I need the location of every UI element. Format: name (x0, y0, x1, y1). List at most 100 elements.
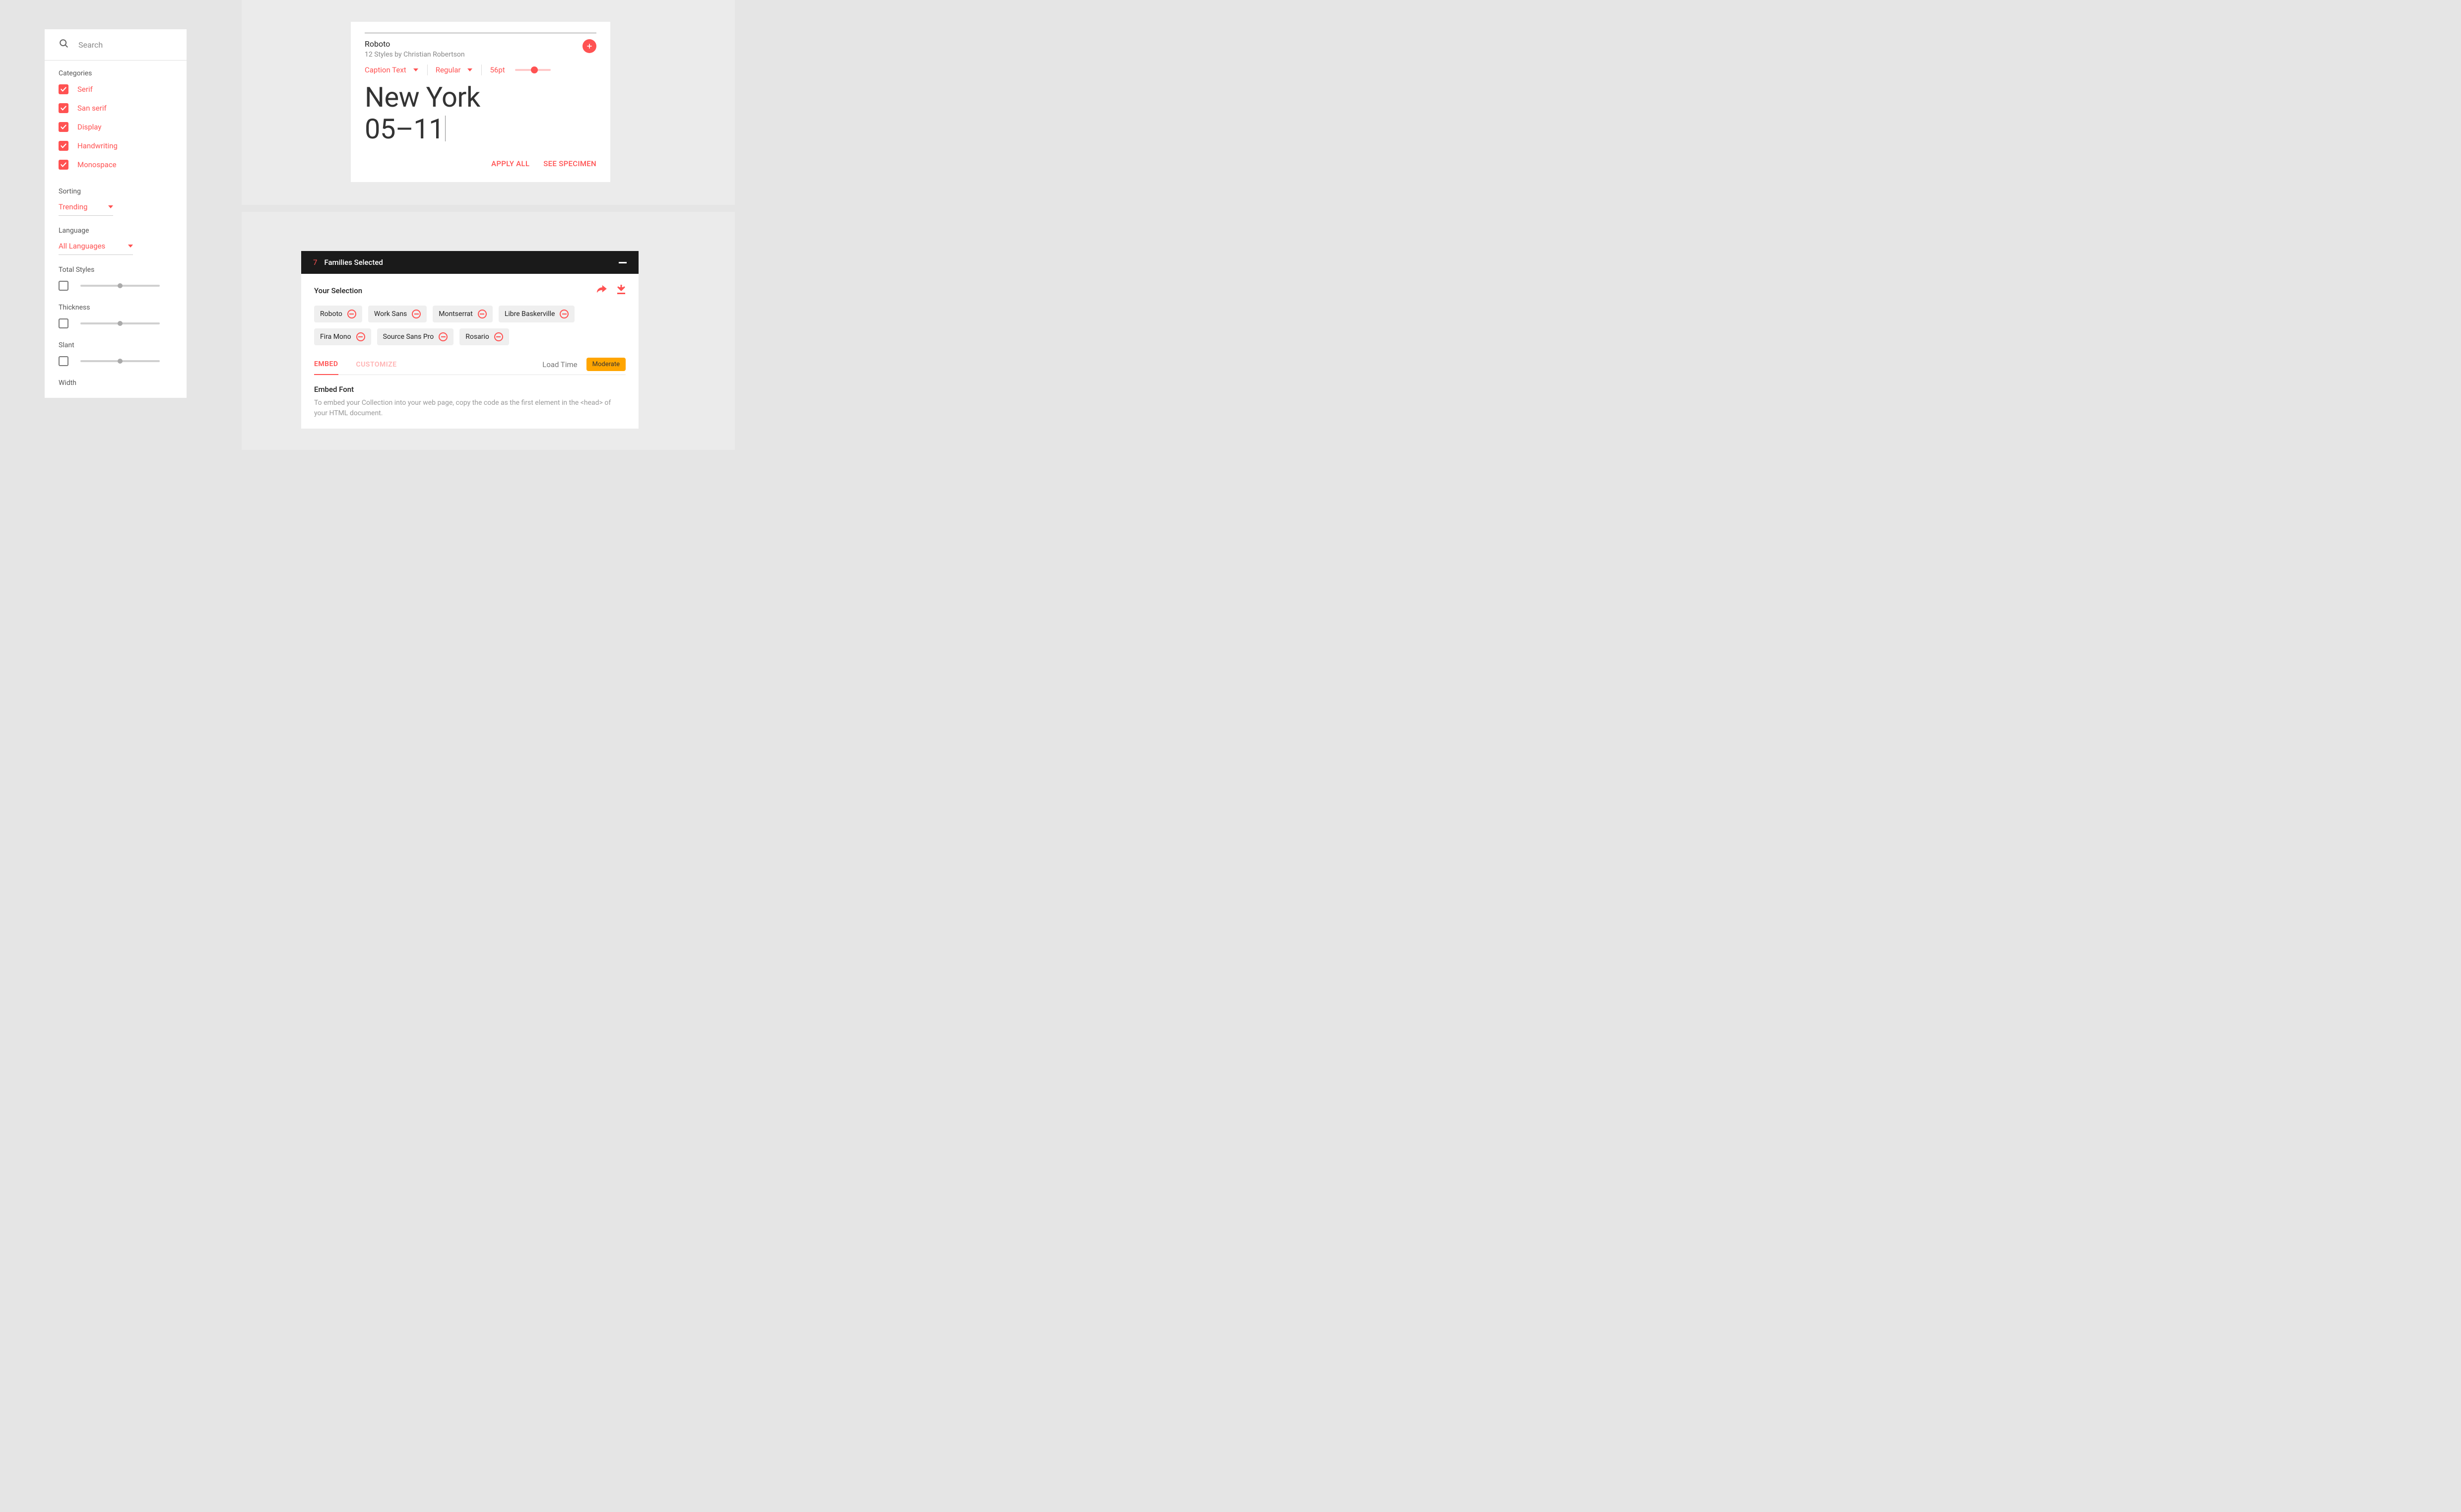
category-label: San serif (77, 104, 107, 113)
language-section: Language All Languages (45, 218, 187, 255)
category-monospace[interactable]: Monospace (59, 160, 173, 170)
font-chip: Fira Mono (314, 328, 371, 345)
preview-region: Roboto 12 Styles by Christian Robertson … (242, 0, 735, 205)
caret-down-icon (413, 68, 418, 71)
selection-header: 7 Families Selected (301, 251, 639, 274)
category-serif[interactable]: Serif (59, 84, 173, 94)
apply-all-button[interactable]: APPLY ALL (491, 159, 529, 168)
font-chip: Source Sans Pro (377, 328, 454, 345)
language-dropdown[interactable]: All Languages (59, 242, 133, 255)
your-selection-heading: Your Selection (314, 286, 362, 295)
checkbox-empty[interactable] (59, 318, 68, 328)
selection-header-text: Families Selected (324, 258, 619, 267)
size-slider[interactable] (515, 69, 551, 71)
remove-chip-icon[interactable] (347, 310, 356, 318)
chip-label: Montserrat (439, 310, 473, 318)
weight-value: Regular (436, 65, 461, 74)
category-label: Serif (77, 85, 93, 94)
filter-sidebar: Categories Serif San serif Display Handw… (45, 29, 187, 398)
categories-section: Categories Serif San serif Display Handw… (45, 61, 187, 170)
download-icon[interactable] (617, 285, 626, 297)
sorting-dropdown[interactable]: Trending (59, 202, 113, 216)
remove-chip-icon[interactable] (560, 310, 569, 318)
slant-slider[interactable] (80, 360, 160, 362)
checkbox-empty[interactable] (59, 356, 68, 366)
minimize-icon[interactable] (619, 262, 627, 263)
plus-icon (586, 43, 593, 50)
embed-title: Embed Font (314, 385, 626, 394)
remove-chip-icon[interactable] (478, 310, 487, 318)
search-input[interactable] (78, 40, 168, 50)
tab-embed[interactable]: EMBED (314, 354, 338, 375)
category-label: Display (77, 123, 101, 131)
share-icon[interactable] (596, 285, 607, 297)
category-label: Monospace (77, 160, 117, 169)
load-time-badge: Moderate (586, 358, 626, 371)
chip-label: Rosario (465, 333, 489, 341)
weight-dropdown[interactable]: Regular (436, 65, 482, 74)
remove-chip-icon[interactable] (356, 332, 365, 341)
selection-count: 7 (313, 258, 317, 267)
caret-down-icon (128, 245, 133, 248)
font-chip: Rosario (459, 328, 509, 345)
categories-heading: Categories (59, 69, 173, 77)
category-display[interactable]: Display (59, 122, 173, 132)
checkbox-empty[interactable] (59, 281, 68, 291)
category-san-serif[interactable]: San serif (59, 103, 173, 113)
remove-chip-icon[interactable] (412, 310, 421, 318)
remove-chip-icon[interactable] (494, 332, 503, 341)
checkbox-checked-icon (59, 141, 68, 151)
selection-panel: 7 Families Selected Your Selection Robot… (301, 251, 639, 429)
chip-label: Work Sans (374, 310, 407, 318)
tab-customize[interactable]: CUSTOMIZE (356, 355, 397, 375)
font-name: Roboto (365, 39, 465, 49)
checkbox-checked-icon (59, 84, 68, 94)
caret-down-icon (467, 68, 472, 71)
remove-chip-icon[interactable] (439, 332, 448, 341)
text-type-value: Caption Text (365, 65, 406, 74)
slider-heading: Slant (59, 341, 173, 349)
search-row (45, 29, 187, 61)
add-font-button[interactable] (583, 39, 596, 53)
font-chip: Libre Baskerville (499, 306, 575, 322)
sorting-value: Trending (59, 202, 87, 211)
slider-heading: Total Styles (59, 266, 173, 274)
size-value: 56pt (490, 65, 505, 74)
sample-text[interactable]: New York 05–11 (365, 81, 596, 145)
total-styles-slider[interactable] (80, 285, 160, 287)
slider-heading: Thickness (59, 304, 173, 312)
font-chip: Montserrat (433, 306, 493, 322)
preview-controls: Caption Text Regular 56pt (365, 64, 596, 75)
font-subtitle: 12 Styles by Christian Robertson (365, 51, 465, 59)
chip-label: Roboto (320, 310, 342, 318)
tab-row: EMBED CUSTOMIZE Load Time Moderate (314, 354, 626, 375)
sample-line2: 05–11 (365, 113, 444, 145)
font-preview-card: Roboto 12 Styles by Christian Robertson … (351, 22, 610, 182)
see-specimen-button[interactable]: SEE SPECIMEN (543, 159, 596, 168)
load-time-label: Load Time (542, 360, 577, 369)
font-chip: Work Sans (368, 306, 427, 322)
selection-region: 7 Families Selected Your Selection Robot… (242, 212, 735, 450)
chip-label: Fira Mono (320, 333, 351, 341)
embed-section: Embed Font To embed your Collection into… (314, 375, 626, 429)
sorting-heading: Sorting (59, 188, 173, 195)
slider-heading: Width (59, 379, 173, 387)
divider (481, 64, 482, 75)
text-type-dropdown[interactable]: Caption Text (365, 65, 427, 74)
chip-label: Source Sans Pro (383, 333, 434, 341)
thickness-section: Thickness (45, 295, 187, 328)
thickness-slider[interactable] (80, 322, 160, 324)
checkbox-checked-icon (59, 103, 68, 113)
slant-section: Slant (45, 332, 187, 366)
language-heading: Language (59, 227, 173, 235)
category-handwriting[interactable]: Handwriting (59, 141, 173, 151)
sorting-section: Sorting Trending (45, 179, 187, 216)
size-control: 56pt (490, 65, 550, 74)
checkbox-checked-icon (59, 122, 68, 132)
width-section: Width (45, 370, 187, 398)
embed-description: To embed your Collection into your web p… (314, 398, 626, 419)
search-icon (59, 38, 69, 51)
language-value: All Languages (59, 242, 105, 251)
caret-down-icon (108, 205, 113, 208)
category-label: Handwriting (77, 141, 118, 150)
